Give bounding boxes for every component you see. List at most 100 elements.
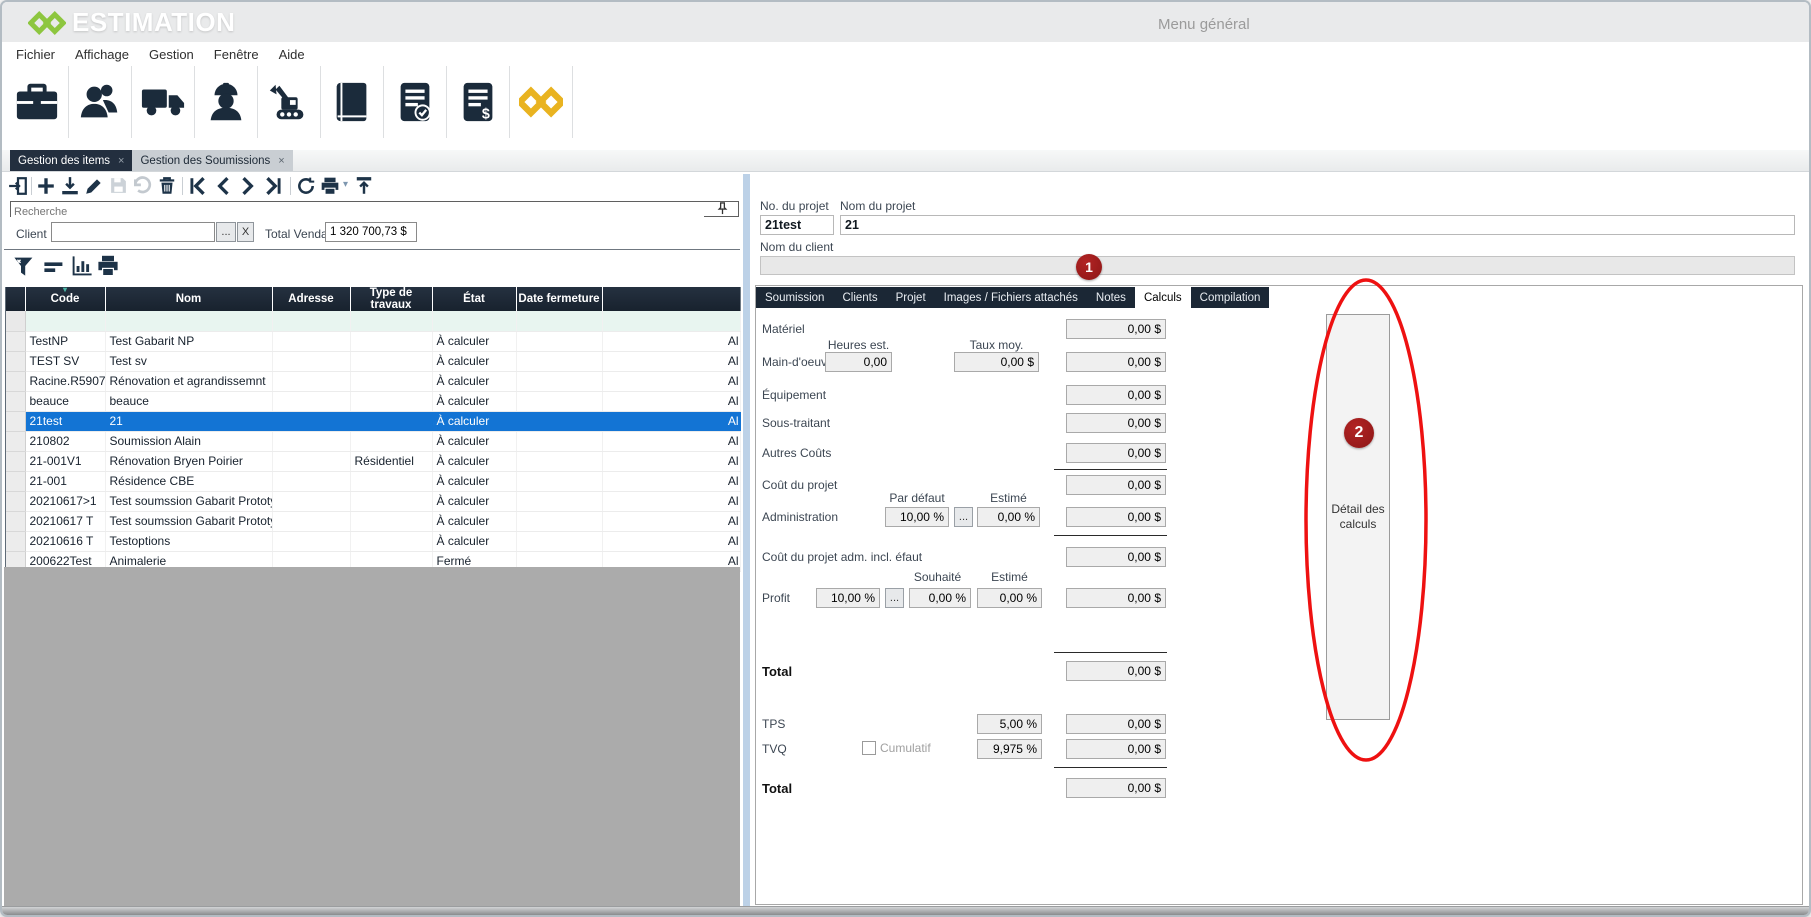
equipement-amount-field: 0,00 $ [1066,385,1166,405]
heures-est-field[interactable]: 0,00 [825,352,892,372]
brand-gold-icon[interactable] [510,66,573,138]
client-input[interactable] [51,222,215,242]
admin-browse-button[interactable]: ... [954,507,973,527]
next-icon[interactable] [238,176,258,196]
profit-souhaite-field[interactable]: 0,00 % [909,588,971,608]
table-row[interactable]: TEST SVTest svÀ calculerAl [6,351,740,371]
panel-splitter[interactable] [742,174,751,906]
printer-icon[interactable] [96,254,120,278]
filter-row[interactable] [6,311,740,331]
first-icon[interactable] [188,176,208,196]
cout-adm-amount-field: 0,00 $ [1066,547,1166,567]
table-row[interactable]: 21-001Résidence CBEÀ calculerAl [6,471,740,491]
row-selector[interactable] [6,411,25,431]
table-row[interactable]: beaucebeauceÀ calculerAl [6,391,740,411]
import-icon[interactable] [60,176,80,196]
briefcase-icon[interactable] [6,66,69,138]
col-date-fermeture[interactable]: Date fermeture [516,287,602,311]
document-dollar-icon[interactable]: $ [447,66,510,138]
row-selector[interactable] [6,531,25,551]
project-name-field[interactable]: 21 [840,215,1795,235]
row-selector[interactable] [6,511,25,531]
delete-icon[interactable] [157,176,177,196]
table-row[interactable]: 20210616 TTestoptionsÀ calculerAl [6,531,740,551]
rows-icon[interactable] [42,254,66,278]
menu-gestion[interactable]: Gestion [139,47,204,62]
table-row[interactable]: 210802Soumission AlainÀ calculerAl [6,431,740,451]
row-selector[interactable] [6,471,25,491]
tab-gestion-des-items[interactable]: Gestion des items× [10,150,132,171]
col-type-de-travaux[interactable]: Type de travaux [350,287,432,311]
client-browse-button[interactable]: ... [216,222,236,242]
col-adresse[interactable]: Adresse [272,287,350,311]
project-no-field[interactable]: 21test [760,215,834,235]
excavator-icon[interactable] [258,66,321,138]
edit-icon[interactable] [84,176,104,196]
divider [2,171,1809,172]
previous-icon[interactable] [213,176,233,196]
print-icon[interactable] [320,176,340,196]
close-icon[interactable]: × [118,155,124,167]
add-icon[interactable] [36,176,56,196]
pin-icon[interactable] [716,202,729,220]
clients-icon[interactable] [69,66,132,138]
row-selector[interactable] [6,451,25,471]
chart-icon[interactable] [70,254,94,278]
cell-etat: À calculer [432,511,516,531]
profit-browse-button[interactable]: ... [885,588,904,608]
col-nom[interactable]: Nom [105,287,272,311]
export-icon[interactable] [354,176,374,196]
cell-nom: Test soumssion Gabarit Prototype Rés [105,491,272,511]
filter-icon[interactable] [12,254,36,278]
search-panel[interactable] [10,201,739,217]
exit-icon[interactable] [8,176,28,196]
admin-defaut-field[interactable]: 10,00 % [885,507,949,527]
menu-fenetre[interactable]: Fenêtre [204,47,269,62]
row-selector[interactable] [6,491,25,511]
table-row[interactable]: 20210617 TTest soumssion Gabarit Prototy… [6,511,740,531]
autres-couts-label: Autres Coûts [762,446,831,460]
estime-label: Estimé [977,491,1040,505]
tab-notes[interactable]: Notes [1087,287,1135,308]
col-code[interactable]: ▾Code [25,287,105,311]
tab-images-fichiers-attaches[interactable]: Images / Fichiers attachés [935,287,1087,308]
tab-projet[interactable]: Projet [887,287,935,308]
table-row[interactable]: 20210617>1Test soumssion Gabarit Prototy… [6,491,740,511]
catalog-icon[interactable] [321,66,384,138]
menu-affichage[interactable]: Affichage [65,47,139,62]
table-row[interactable]: TestNPTest Gabarit NPÀ calculerAl [6,331,740,351]
cell-code: 21-001 [25,471,105,491]
detail-des-calculs-button[interactable]: Détail des calculs [1326,314,1390,720]
row-selector[interactable] [6,351,25,371]
taux-moy-field[interactable]: 0,00 $ [954,352,1039,372]
tab-calculs[interactable]: Calculs [1135,287,1191,308]
search-input[interactable] [11,206,704,219]
tps-pct-field[interactable]: 5,00 % [977,714,1042,734]
tab-compilation[interactable]: Compilation [1191,287,1270,308]
row-selector[interactable] [6,431,25,451]
last-icon[interactable] [263,176,283,196]
tab-clients[interactable]: Clients [833,287,886,308]
tvq-pct-field[interactable]: 9,975 % [977,739,1042,759]
close-icon[interactable]: × [278,155,284,167]
cumulatif-checkbox[interactable]: Cumulatif [862,741,931,755]
document-check-icon[interactable] [384,66,447,138]
menu-fichier[interactable]: Fichier [6,47,65,62]
menu-aide[interactable]: Aide [269,47,315,62]
checkbox-icon[interactable] [862,741,876,755]
table-row[interactable]: 21-001V1Rénovation Bryen PoirierRésident… [6,451,740,471]
truck-icon[interactable] [132,66,195,138]
table-row[interactable]: Racine.R5907Rénovation et agrandissemntÀ… [6,371,740,391]
chevron-down-icon[interactable]: ▾ [343,179,348,190]
refresh-icon[interactable] [296,176,316,196]
tab-soumission[interactable]: Soumission [756,287,833,308]
row-selector[interactable] [6,391,25,411]
col-etat[interactable]: État [432,287,516,311]
tab-gestion-des-soumissions[interactable]: Gestion des Soumissions× [132,150,292,171]
row-selector[interactable] [6,331,25,351]
table-row[interactable]: 21test21À calculerAl [6,411,740,431]
row-selector[interactable] [6,371,25,391]
client-clear-button[interactable]: X [237,222,254,242]
worker-icon[interactable] [195,66,258,138]
profit-defaut-field[interactable]: 10,00 % [816,588,880,608]
